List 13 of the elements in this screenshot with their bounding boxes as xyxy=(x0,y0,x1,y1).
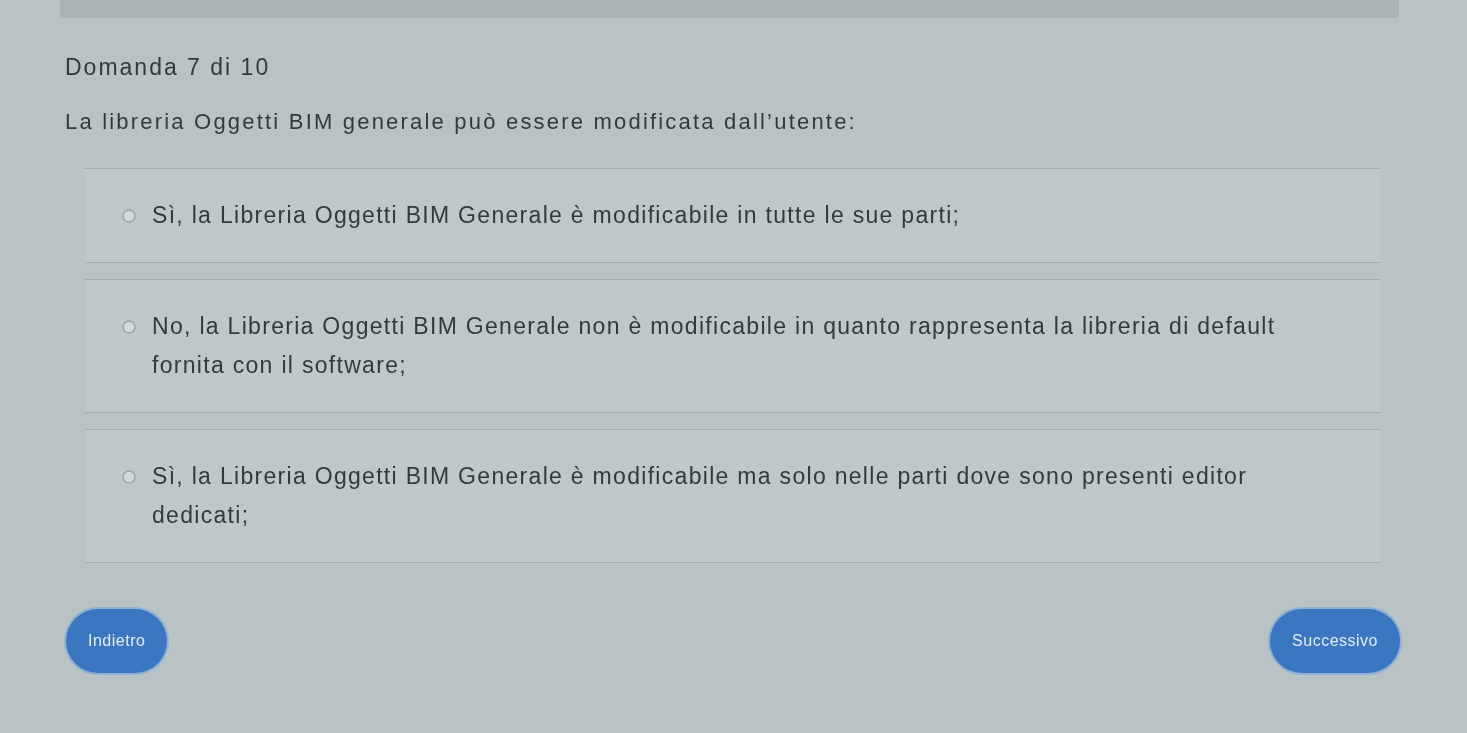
answer-option[interactable]: Sì, la Libreria Oggetti BIM Generale è modificabile ma solo nelle parti dove sono presenti editor dedicati; xyxy=(85,429,1380,563)
answer-text: Sì, la Libreria Oggetti BIM Generale è modificabile ma solo nelle parti dove sono presenti editor dedicati; xyxy=(152,462,1249,530)
next-button[interactable]: Successivo xyxy=(1270,609,1400,673)
radio-button[interactable] xyxy=(122,209,136,223)
answer-option[interactable]: No, la Libreria Oggetti BIM Generale non è modificabile in quanto rappresenta la libreria di default fornita con il software; xyxy=(85,279,1380,413)
question-counter: Domanda 7 di 10 xyxy=(65,54,271,80)
answer-option[interactable]: Sì, la Libreria Oggetti BIM Generale è modificabile in tutte le sue parti; xyxy=(85,168,1380,263)
radio-button[interactable] xyxy=(122,320,136,334)
answer-text: Sì, la Libreria Oggetti BIM Generale è modificabile in tutte le sue parti; xyxy=(152,201,962,230)
back-button[interactable]: Indietro xyxy=(66,609,168,673)
radio-button[interactable] xyxy=(122,470,136,484)
answer-text: No, la Libreria Oggetti BIM Generale non è modificabile in quanto rappresenta la libreria di default fornita con il software; xyxy=(152,312,1277,380)
question-text: La libreria Oggetti BIM generale può essere modificata dall’utente: xyxy=(65,108,857,136)
